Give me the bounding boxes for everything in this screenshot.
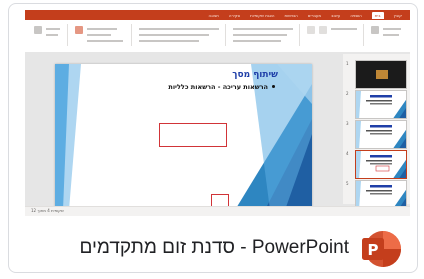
- status-bar: שקופית 4 מתוך 12: [25, 206, 410, 216]
- status-text: שקופית 4 מתוך 12: [31, 208, 64, 213]
- ribbon-control: [383, 34, 399, 36]
- ribbon-tab[interactable]: קובץ: [394, 13, 402, 18]
- slide-thumbnail[interactable]: [355, 150, 407, 179]
- thumbnail-number: 2: [346, 91, 349, 96]
- file-card[interactable]: קובץ בית הוספה עיצוב מעברים הנפשות הצגת שקופיו…: [8, 3, 418, 273]
- editor-area: 1 2 3 4 5 שיתוף מסך הרשאות עריכה - הרשאות כל…: [25, 52, 410, 210]
- ribbon-control: [87, 34, 111, 36]
- ribbon-control: [87, 28, 117, 30]
- thumbnail-preview: [356, 121, 406, 148]
- powerpoint-icon: P: [362, 231, 401, 267]
- ribbon-tab[interactable]: הצגת שקופיות: [250, 13, 274, 18]
- slide-canvas[interactable]: שיתוף מסך הרשאות עריכה - הרשאות כלליות: [55, 64, 312, 210]
- ribbon-tab[interactable]: מעברים: [308, 13, 321, 18]
- slide-title[interactable]: שיתוף מסך: [232, 70, 278, 80]
- powerpoint-icon-letter: P: [368, 241, 379, 259]
- ribbon-group-slides: [71, 24, 132, 46]
- new-slide-icon: [75, 26, 83, 34]
- find-icon: [371, 26, 379, 34]
- slide-thumbnail[interactable]: [355, 120, 407, 149]
- ribbon-tab[interactable]: הוספה: [350, 13, 361, 18]
- file-preview-thumbnail[interactable]: קובץ בית הוספה עיצוב מעברים הנפשות הצגת שקופיו…: [25, 10, 410, 216]
- ribbon-control: [233, 34, 287, 36]
- thumbnail-preview: [356, 151, 406, 178]
- ribbon-toolbar: [25, 20, 410, 53]
- ribbon-tab[interactable]: עיצוב: [331, 13, 340, 18]
- ribbon-group-drawing: [303, 24, 364, 46]
- arrange-icon: [319, 26, 327, 34]
- slide-thumbnail[interactable]: [355, 60, 407, 89]
- paste-icon: [34, 26, 42, 34]
- ribbon-tab[interactable]: בית: [371, 11, 384, 19]
- ribbon-control: [233, 28, 293, 30]
- file-title[interactable]: PowerPoint - סדנת זום מתקדמים: [29, 232, 349, 264]
- ribbon-group-font: [135, 24, 226, 46]
- bullet-icon: [272, 85, 275, 88]
- ribbon-control: [139, 34, 209, 36]
- ribbon-tab[interactable]: תצוגה: [209, 13, 219, 18]
- ribbon-group-editing: [367, 24, 405, 46]
- ribbon-control: [46, 34, 58, 36]
- slide-thumbnails-panel[interactable]: 1 2 3 4 5: [343, 54, 410, 209]
- shapes-icon: [307, 26, 315, 34]
- slide-thumbnail[interactable]: [355, 180, 407, 209]
- ribbon-tab[interactable]: סקירה: [229, 13, 240, 18]
- thumbnail-number: 4: [346, 151, 349, 156]
- thumbnail-number: 3: [346, 121, 349, 126]
- ribbon-group-clipboard: [29, 24, 68, 46]
- ribbon-control: [46, 28, 60, 30]
- ribbon-tabs: קובץ בית הוספה עיצוב מעברים הנפשות הצגת שקופיו…: [25, 10, 410, 20]
- thumbnail-number: 5: [346, 181, 349, 186]
- thumbnail-number: 1: [346, 61, 349, 66]
- ribbon-control: [383, 28, 401, 30]
- ribbon-control: [331, 28, 357, 30]
- slide-bullet-text[interactable]: הרשאות עריכה - הרשאות כלליות: [168, 83, 268, 91]
- placeholder-box[interactable]: [159, 123, 227, 147]
- ribbon-tab[interactable]: הנפשות: [285, 13, 298, 18]
- ribbon-group-paragraph: [229, 24, 300, 46]
- ribbon-control: [139, 40, 199, 42]
- thumbnail-preview: [356, 91, 406, 118]
- thumbnail-preview: [356, 181, 406, 208]
- ribbon-control: [87, 40, 123, 42]
- ribbon-control: [139, 28, 219, 30]
- thumbnail-preview: [356, 61, 406, 88]
- slide-thumbnail[interactable]: [355, 90, 407, 119]
- ribbon-control: [233, 40, 281, 42]
